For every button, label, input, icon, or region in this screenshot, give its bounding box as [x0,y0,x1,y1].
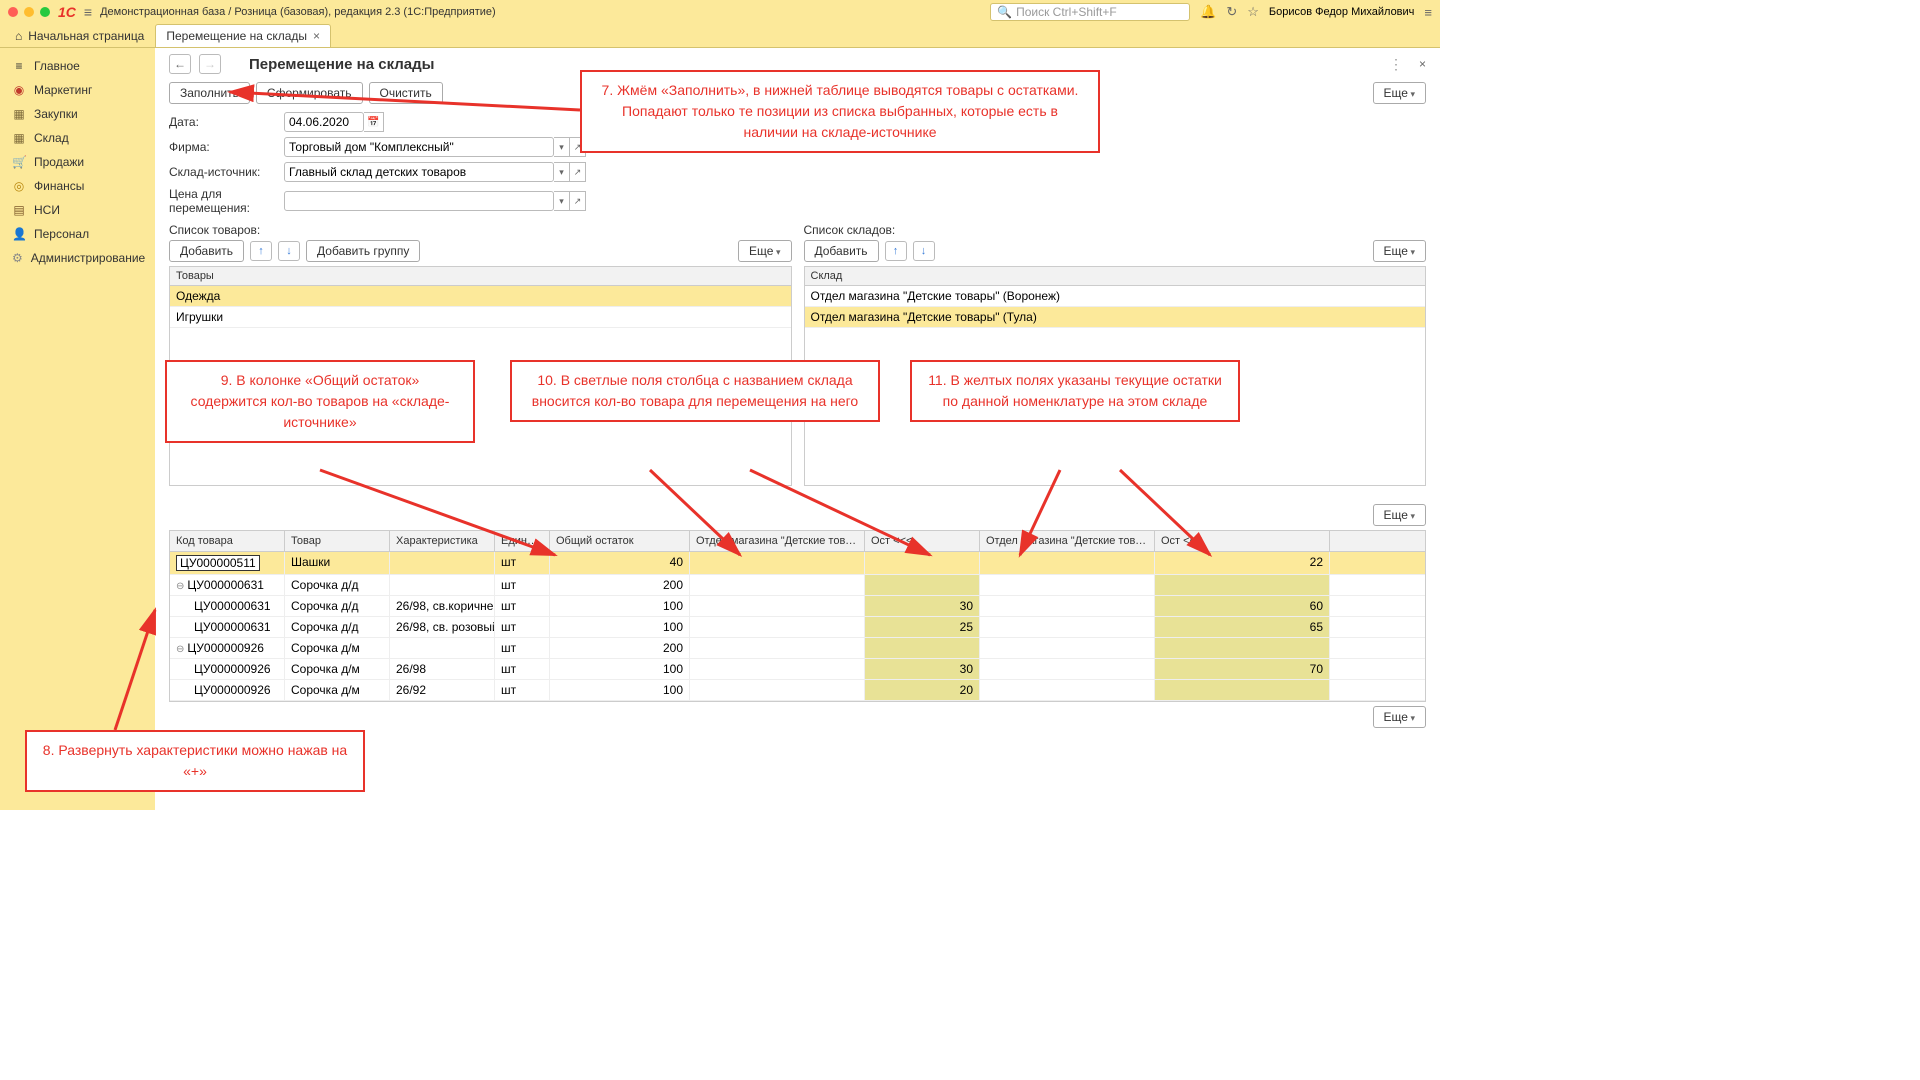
wh-header: Склад [804,266,1427,286]
up-icon[interactable]: ↑ [885,241,907,261]
price-select[interactable] [284,191,554,211]
down-icon[interactable]: ↓ [913,241,935,261]
dropdown-icon[interactable]: ▾ [554,137,570,157]
nav-main[interactable]: ≡Главное [0,54,155,78]
star-icon[interactable]: ☆ [1247,4,1259,20]
col-dep1[interactable]: Отдел магазина "Детские товары" (В... [690,531,865,551]
add-button[interactable]: Добавить [804,240,879,262]
close-icon[interactable]: × [313,29,320,43]
nav-sales[interactable]: 🛒Продажи [0,150,155,174]
calendar-icon[interactable]: 📅 [364,112,384,132]
add-button[interactable]: Добавить [169,240,244,262]
up-icon[interactable]: ↑ [250,241,272,261]
col-unit[interactable]: Единица ... [495,531,550,551]
table-header: Код товара Товар Характеристика Единица … [169,530,1426,552]
logo-1c: 1C [58,4,76,20]
clear-button[interactable]: Очистить [369,82,443,104]
list-item[interactable]: Одежда [170,286,791,307]
nav-warehouse[interactable]: ▦Склад [0,126,155,150]
col-code[interactable]: Код товара [170,531,285,551]
menu-icon[interactable]: ≡ [84,4,92,20]
list-item[interactable]: Отдел магазина "Детские товары" (Воронеж… [805,286,1426,307]
col-name[interactable]: Товар [285,531,390,551]
page-title: Перемещение на склады [249,56,434,73]
result-table: Еще Код товара Товар Характеристика Един… [169,504,1426,728]
nav-marketing[interactable]: ◉Маркетинг [0,78,155,102]
more-icon[interactable]: ≡ [1424,5,1432,20]
source-label: Склад-источник: [169,165,284,179]
col-ost1[interactable]: Ост <<< [865,531,980,551]
more-button[interactable]: Еще [738,240,791,262]
table-body[interactable]: ЦУ000000511Шашкишт4022⊖ЦУ000000631Сорочк… [169,552,1426,702]
col-dep2[interactable]: Отдел магазина "Детские товары" (Т... [980,531,1155,551]
goods-header: Товары [169,266,792,286]
nav-admin[interactable]: ⚙Администрирование [0,246,155,270]
open-icon[interactable]: ↗ [570,162,586,182]
dropdown-icon[interactable]: ▾ [554,191,570,211]
firm-label: Фирма: [169,140,284,154]
nav-purchases[interactable]: ▦Закупки [0,102,155,126]
col-char[interactable]: Характеристика [390,531,495,551]
callout-8: 8. Развернуть характеристики можно нажав… [25,730,365,792]
callout-7: 7. Жмём «Заполнить», в нижней таблице вы… [580,70,1100,153]
close-page-icon[interactable]: × [1419,57,1426,71]
back-button[interactable]: ← [169,54,191,74]
nav-nsi[interactable]: ▤НСИ [0,198,155,222]
more-button[interactable]: Еще [1373,504,1426,526]
list-item[interactable]: Игрушки [170,307,791,328]
forward-button[interactable]: → [199,54,221,74]
create-button[interactable]: Сформировать [256,82,363,104]
app-title: Демонстрационная база / Розница (базовая… [100,6,496,18]
callout-11: 11. В желтых полях указаны текущие остат… [910,360,1240,422]
col-total[interactable]: Общий остаток [550,531,690,551]
tab-home[interactable]: Начальная страница [4,24,155,47]
more-button[interactable]: Еще [1373,240,1426,262]
sidebar: ≡Главное ◉Маркетинг ▦Закупки ▦Склад 🛒Про… [0,48,155,810]
tab-current[interactable]: Перемещение на склады× [155,24,331,47]
add-group-button[interactable]: Добавить группу [306,240,420,262]
table-row[interactable]: ЦУ000000631Сорочка д/д26/98, св.коричнев… [170,596,1425,617]
kebab-icon[interactable]: ⋮ [1389,56,1403,73]
fill-button[interactable]: Заполнить [169,82,250,104]
nav-personnel[interactable]: 👤Персонал [0,222,155,246]
nav-finance[interactable]: ◎Финансы [0,174,155,198]
user-name[interactable]: Борисов Федор Михайлович [1269,6,1415,18]
warehouses-list: Список складов: Добавить ↑ ↓ Еще Склад О… [804,223,1427,486]
table-row[interactable]: ЦУ000000926Сорочка д/м26/98шт1003070 [170,659,1425,680]
tabs: Начальная страница Перемещение на склады… [0,24,1440,48]
date-label: Дата: [169,115,284,129]
goods-list: Список товаров: Добавить ↑ ↓ Добавить гр… [169,223,792,486]
date-input[interactable]: 04.06.2020 [284,112,364,132]
wh-label: Список складов: [804,223,1427,237]
list-item[interactable]: Отдел магазина "Детские товары" (Тула) [805,307,1426,328]
source-select[interactable]: Главный склад детских товаров [284,162,554,182]
firm-select[interactable]: Торговый дом "Комплексный" [284,137,554,157]
down-icon[interactable]: ↓ [278,241,300,261]
more-button[interactable]: Еще [1373,82,1426,104]
table-row[interactable]: ЦУ000000631Сорочка д/д26/98, св. розовый… [170,617,1425,638]
open-icon[interactable]: ↗ [570,191,586,211]
table-row[interactable]: ЦУ000000926Сорочка д/м26/92шт10020 [170,680,1425,701]
history-icon[interactable]: ↻ [1226,4,1237,20]
goods-label: Список товаров: [169,223,792,237]
more-button[interactable]: Еще [1373,706,1426,728]
col-ost2[interactable]: Ост <<< [1155,531,1330,551]
table-row[interactable]: ⊖ЦУ000000926Сорочка д/мшт200 [170,638,1425,659]
dropdown-icon[interactable]: ▾ [554,162,570,182]
price-label: Цена для перемещения: [169,187,284,215]
titlebar: 1C ≡ Демонстрационная база / Розница (ба… [0,0,1440,24]
search-input[interactable]: 🔍Поиск Ctrl+Shift+F [990,3,1190,21]
callout-10: 10. В светлые поля столбца с названием с… [510,360,880,422]
window-controls[interactable] [8,7,50,17]
table-row[interactable]: ⊖ЦУ000000631Сорочка д/дшт200 [170,575,1425,596]
table-row[interactable]: ЦУ000000511Шашкишт4022 [170,552,1425,575]
callout-9: 9. В колонке «Общий остаток» содержится … [165,360,475,443]
bell-icon[interactable]: 🔔 [1200,4,1216,20]
